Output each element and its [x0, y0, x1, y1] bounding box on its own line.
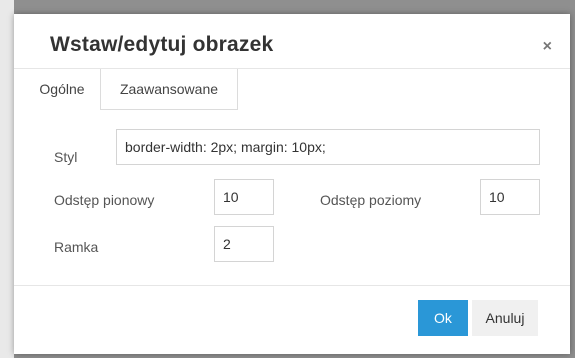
dialog-footer-divider: [14, 285, 570, 286]
page-edge: [0, 0, 14, 358]
hspace-input[interactable]: [480, 179, 540, 215]
ok-button[interactable]: Ok: [418, 300, 468, 336]
border-label: Ramka: [54, 239, 99, 255]
vspace-label: Odstęp pionowy: [54, 192, 155, 208]
dialog-header: Wstaw/edytuj obrazek ×: [14, 14, 570, 69]
tab-advanced[interactable]: Zaawansowane: [100, 69, 238, 110]
tab-general[interactable]: Ogólne: [28, 69, 96, 110]
cancel-button[interactable]: Anuluj: [472, 300, 538, 336]
hspace-label: Odstęp poziomy: [320, 192, 422, 208]
style-input[interactable]: [116, 129, 540, 165]
border-input[interactable]: [214, 226, 274, 262]
dialog-title: Wstaw/edytuj obrazek: [50, 33, 274, 56]
vspace-input[interactable]: [214, 179, 274, 215]
image-dialog: Wstaw/edytuj obrazek × Ogólne Zaawansowa…: [14, 14, 570, 354]
style-label: Styl: [54, 149, 78, 165]
close-icon[interactable]: ×: [543, 38, 552, 56]
